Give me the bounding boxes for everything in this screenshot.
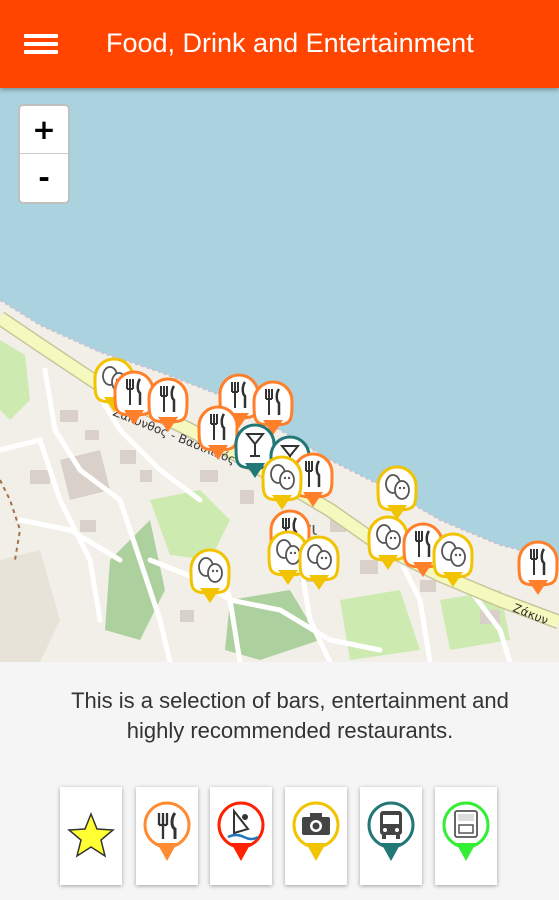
hamburger-menu-icon[interactable] — [18, 26, 64, 62]
app-bar: Food, Drink and Entertainment — [0, 0, 559, 88]
windsurf-icon — [217, 801, 265, 861]
category-water-sports-button[interactable] — [210, 787, 272, 885]
category-restaurants-button[interactable] — [136, 787, 198, 885]
category-transport-button[interactable] — [360, 787, 422, 885]
description-text: This is a selection of bars, entertainme… — [71, 688, 509, 743]
star-icon — [67, 811, 115, 858]
map-view[interactable]: Ζάκυνθος - Βασιλικός Ζάκυν Α άσι — [0, 88, 559, 662]
camera-icon — [292, 801, 340, 861]
page-title: Food, Drink and Entertainment — [106, 28, 474, 58]
bus-icon — [367, 801, 415, 861]
zoom-control: + - — [18, 104, 70, 204]
zoom-out-button[interactable]: - — [20, 154, 68, 201]
zoom-in-button[interactable]: + — [20, 106, 68, 154]
atm-icon — [442, 801, 490, 861]
category-favourites-button[interactable] — [60, 787, 122, 885]
category-sightseeing-button[interactable] — [285, 787, 347, 885]
fork-knife-icon — [143, 801, 191, 861]
category-atm-button[interactable] — [435, 787, 497, 885]
